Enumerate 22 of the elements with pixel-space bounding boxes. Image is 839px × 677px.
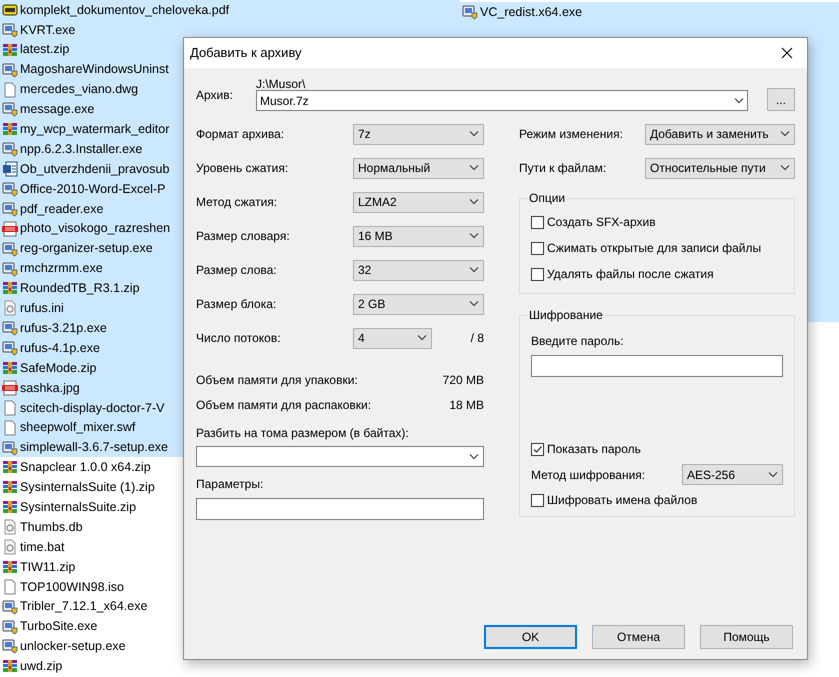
thread-max: / 8	[470, 330, 484, 347]
memory-value: 720 MB	[442, 372, 484, 388]
setting-label: Метод сжатия:	[196, 194, 278, 211]
setting-label: Число потоков:	[196, 330, 282, 347]
setting-label: Размер слова:	[196, 262, 277, 279]
setting-label: Пути к файлам:	[519, 160, 606, 177]
memory-label: Объем памяти для упаковки:	[196, 372, 358, 388]
setting-label: Формат архива:	[196, 126, 284, 143]
memory-value: 18 MB	[449, 396, 484, 414]
method-label: Метод шифрования:	[531, 466, 646, 484]
password-label: Введите пароль:	[531, 333, 625, 350]
window-title: Добавить к архиву	[190, 44, 302, 62]
group-title: Шифрование	[527, 307, 605, 323]
setting-label: Режим изменения:	[519, 126, 623, 143]
setting-label: Размер блока:	[196, 296, 276, 313]
setting-label: Уровень сжатия:	[196, 160, 288, 177]
split-label: Разбить на тома размером (в байтах):	[196, 426, 410, 441]
memory-label: Объем памяти для распаковки:	[196, 396, 372, 414]
archive-path: J:\Musor\	[256, 78, 306, 90]
archive-label: Архив:	[196, 87, 234, 104]
setting-label: Размер словаря:	[196, 228, 290, 245]
params-label: Параметры:	[196, 477, 264, 492]
